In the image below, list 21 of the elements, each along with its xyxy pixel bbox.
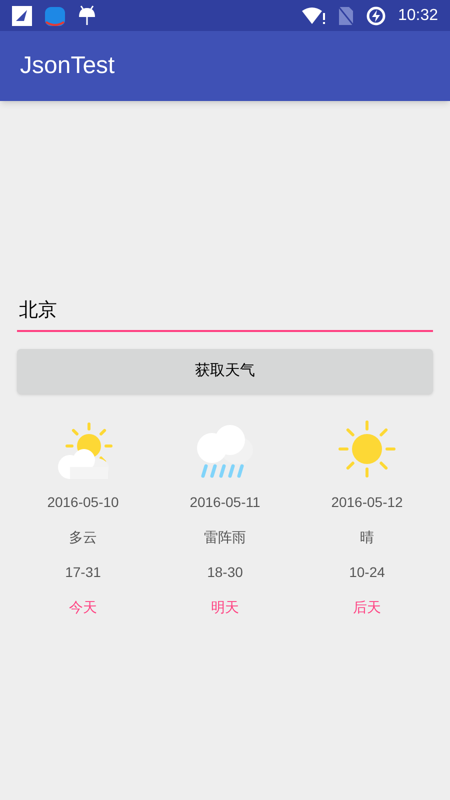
- sun-icon: [336, 418, 398, 480]
- forecast-date: 2016-05-12: [331, 492, 403, 512]
- city-input-field[interactable]: 北京: [17, 297, 433, 332]
- temperature-range: 10-24: [349, 562, 385, 582]
- temperature-range: 18-30: [207, 562, 243, 582]
- android-icon: [78, 4, 96, 26]
- wifi-icon: [302, 6, 326, 24]
- battery-charging-icon: [366, 6, 386, 26]
- day-label: 明天: [211, 598, 239, 616]
- temperature-range: 17-31: [65, 562, 101, 582]
- no-sim-icon: [338, 6, 354, 26]
- weather-condition: 晴: [360, 528, 374, 546]
- day-label: 后天: [353, 598, 381, 616]
- forecast-date: 2016-05-11: [190, 492, 260, 512]
- clock: 10:32: [398, 6, 438, 26]
- weather-condition: 雷阵雨: [204, 528, 246, 546]
- forecast-date: 2016-05-10: [47, 492, 119, 512]
- day-label: 今天: [69, 598, 97, 616]
- get-weather-button[interactable]: 获取天气: [17, 348, 433, 394]
- weather-condition: 多云: [69, 528, 97, 546]
- app-title: JsonTest: [20, 51, 115, 81]
